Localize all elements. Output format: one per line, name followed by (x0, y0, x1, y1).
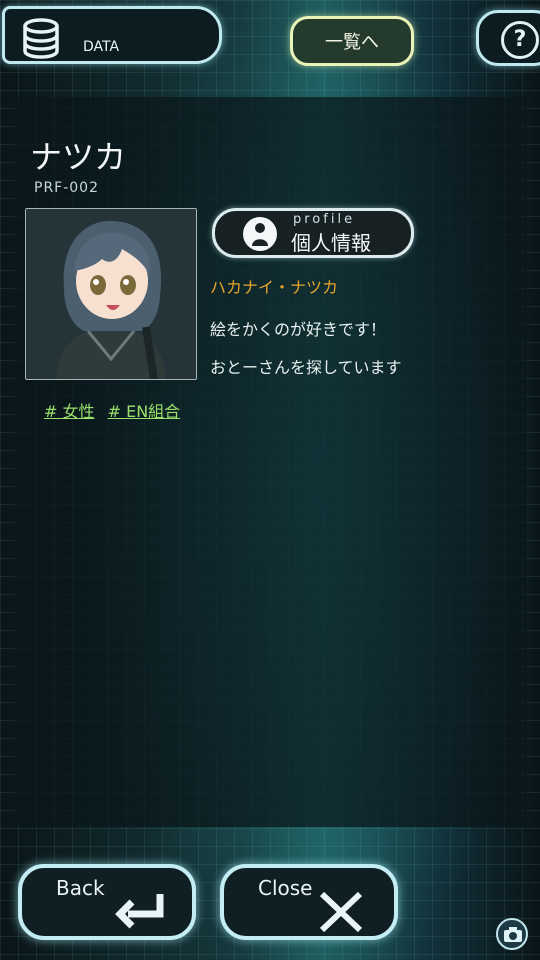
back-button-label: Back (56, 876, 105, 900)
data-button-label: DATA (83, 39, 120, 55)
profile-button-sublabel: profile (293, 212, 356, 227)
list-button[interactable]: 一覧へ (290, 16, 414, 66)
profile-id: PRF-002 (34, 180, 99, 196)
return-arrow-icon (112, 888, 172, 936)
close-button[interactable]: Close (220, 864, 398, 940)
tag-list: # 女性 # EN組合 (44, 398, 188, 422)
profile-panel (14, 97, 526, 827)
user-icon (243, 217, 277, 251)
camera-icon (504, 927, 522, 942)
data-button[interactable]: DATA (2, 6, 222, 64)
profile-text-line: おとーさんを探しています (210, 358, 402, 377)
full-name: ハカナイ・ナツカ (210, 278, 339, 297)
close-button-label: Close (258, 876, 313, 900)
profile-info-button[interactable]: profile 個人情報 (212, 208, 414, 258)
screenshot-button[interactable] (496, 918, 528, 950)
profile-text-line: 絵をかくのが好きです！ (210, 320, 387, 339)
tag-link[interactable]: # EN組合 (108, 402, 181, 421)
back-button[interactable]: Back (18, 864, 196, 940)
question-icon: ? (501, 21, 539, 59)
character-name: ナツカ (30, 138, 127, 176)
close-x-icon (314, 888, 368, 940)
help-button[interactable]: ? (476, 10, 540, 66)
character-portrait (25, 208, 197, 380)
profile-button-label: 個人情報 (291, 231, 371, 255)
tag-link[interactable]: # 女性 (44, 402, 95, 421)
database-icon (19, 17, 63, 65)
